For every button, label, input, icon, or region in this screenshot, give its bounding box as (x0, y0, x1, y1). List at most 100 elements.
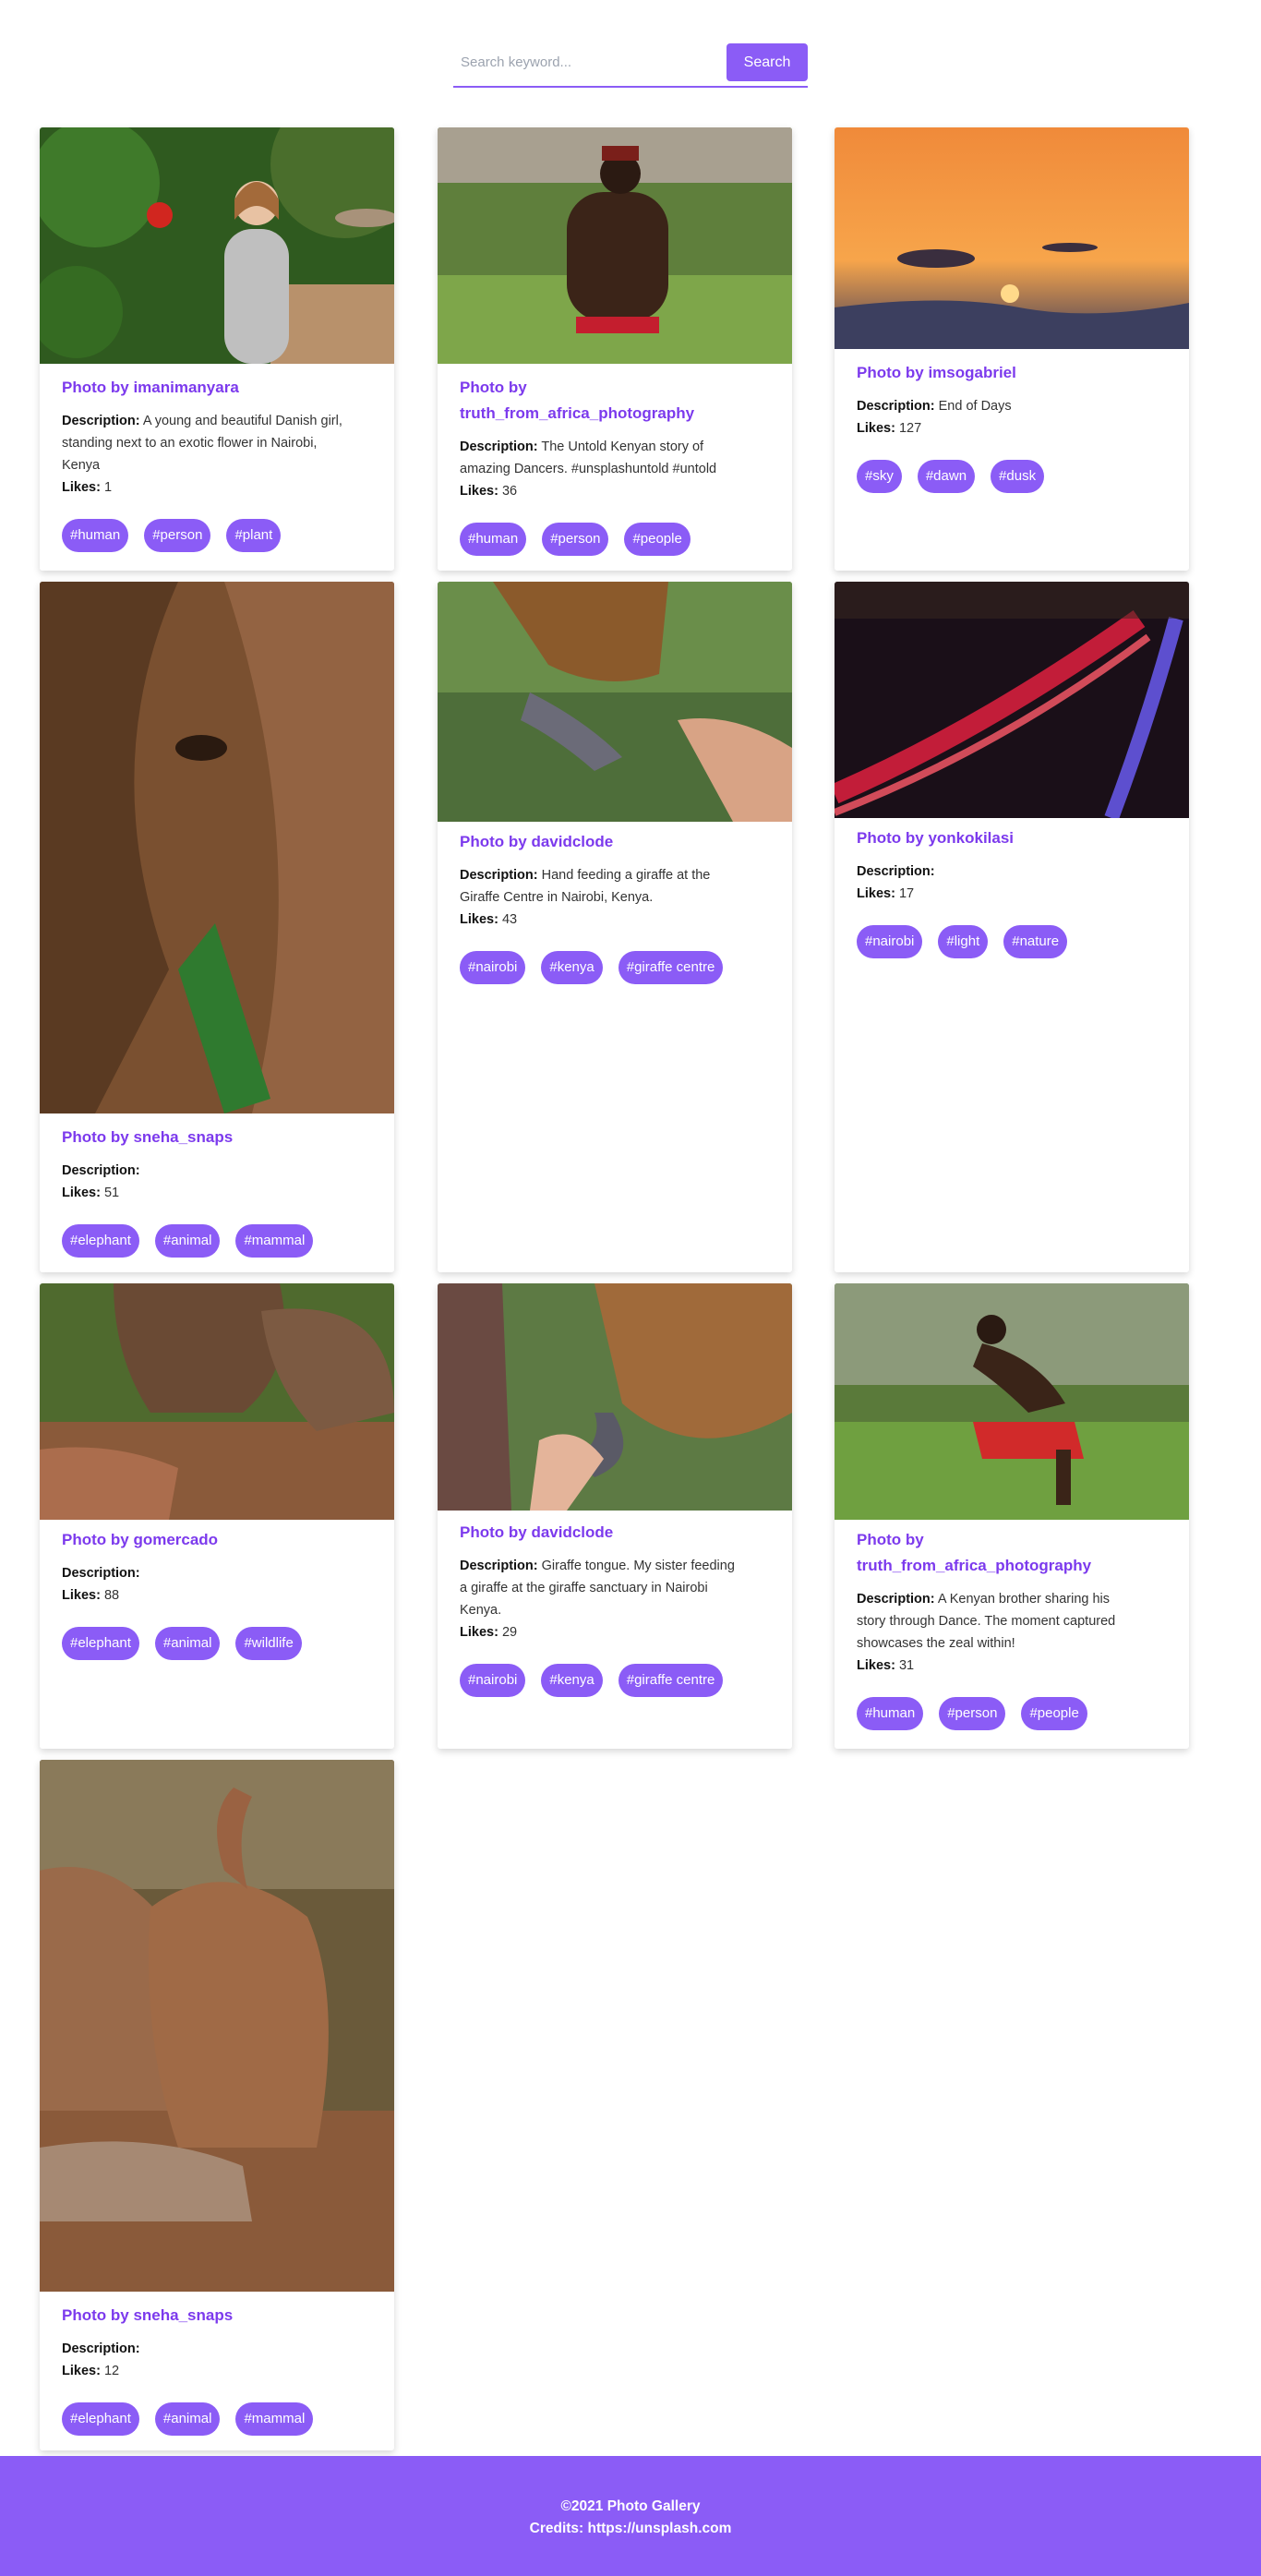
tag-chip[interactable]: #kenya (541, 1664, 603, 1697)
photographer-name-line: Photo by yonkokilasi (857, 829, 1015, 847)
tag-chip[interactable]: #elephant (62, 1224, 139, 1258)
tag-chip[interactable]: #dusk (991, 460, 1045, 493)
likes-label: Likes: (460, 1625, 498, 1640)
photographer-link[interactable]: Photo by imsogabriel (857, 360, 1167, 386)
photo-card: Photo by sneha_snaps Description: Likes: … (40, 1760, 394, 2450)
tag-chip[interactable]: #human (460, 523, 527, 556)
likes-label: Likes: (62, 1186, 101, 1200)
likes-label: Likes: (857, 421, 895, 436)
tag-chip[interactable]: #people (624, 523, 691, 556)
tag-chip[interactable]: #person (939, 1697, 1006, 1730)
likes-count: 88 (103, 1588, 120, 1603)
tag-chip[interactable]: #wildlife (235, 1627, 302, 1660)
search-button[interactable]: Search (727, 43, 808, 81)
card-body: Photo by truth_from_africa_photography Des… (460, 375, 770, 556)
photographer-name-line: Photo by imanimanyara (62, 379, 239, 396)
photo-image (40, 127, 394, 364)
photographer-name-line: Photo by (460, 379, 527, 396)
likes-count: 127 (898, 421, 922, 436)
tag-list: #nairobi #kenya #giraffe centre (460, 1664, 770, 1697)
tag-chip[interactable]: #person (144, 519, 211, 552)
tag-chip[interactable]: #light (938, 925, 989, 958)
photographer-name-line: Photo by gomercado (62, 1531, 219, 1548)
description-text: A Kenyan brother sharing his (937, 1592, 1111, 1607)
description-label: Description: (460, 439, 538, 454)
card-body: Photo by gomercado Description: Likes: 88… (62, 1527, 372, 1660)
tag-chip[interactable]: #sky (857, 460, 902, 493)
description-label: Description: (460, 868, 538, 883)
tag-chip[interactable]: #people (1021, 1697, 1087, 1730)
photo-image (835, 582, 1189, 818)
tag-chip[interactable]: #plant (226, 519, 282, 552)
card-likes: Likes: 88 (62, 1584, 372, 1607)
photographer-link[interactable]: Photo by sneha_snaps (62, 1125, 372, 1150)
footer: ©2021 Photo Gallery Credits: https://uns… (0, 2456, 1261, 2576)
card-likes: Likes: 127 (857, 417, 1167, 439)
tag-chip[interactable]: #nairobi (460, 1664, 526, 1697)
card-body: Photo by davidclode Description: Giraffe … (460, 1520, 770, 1697)
card-description: Description: (62, 1160, 372, 1182)
tag-chip[interactable]: #elephant (62, 2402, 139, 2436)
photo-card: Photo by sneha_snaps Description: Likes: … (40, 582, 394, 1272)
tag-chip[interactable]: #mammal (235, 2402, 314, 2436)
description-text: The Untold Kenyan story of (541, 439, 704, 454)
photo-card: Photo by truth_from_africa_photography Des… (835, 1283, 1189, 1749)
card-likes: Likes: 43 (460, 909, 770, 931)
description-text: Kenya (62, 458, 101, 473)
photo-card: Photo by davidclode Description: Hand fee… (438, 582, 792, 1272)
card-likes: Likes: 1 (62, 476, 372, 499)
tag-chip[interactable]: #dawn (917, 460, 976, 493)
tag-chip[interactable]: #human (62, 519, 129, 552)
likes-label: Likes: (857, 886, 895, 901)
photographer-link[interactable]: Photo by gomercado (62, 1527, 372, 1553)
description-text: Giraffe Centre in Nairobi, Kenya. (460, 890, 654, 905)
card-likes: Likes: 12 (62, 2360, 372, 2382)
tag-chip[interactable]: #human (857, 1697, 924, 1730)
photographer-link[interactable]: Photo by truth_from_africa_photography (857, 1527, 1167, 1579)
description-label: Description: (857, 1592, 935, 1607)
description-text: showcases the zeal within! (857, 1636, 1015, 1651)
photo-card: Photo by yonkokilasi Description: Likes: … (835, 582, 1189, 1272)
tag-chip[interactable]: #animal (154, 1627, 221, 1660)
tag-chip[interactable]: #animal (154, 2402, 221, 2436)
likes-count: 29 (501, 1625, 518, 1640)
tag-chip[interactable]: #nature (1003, 925, 1068, 958)
photographer-link[interactable]: Photo by yonkokilasi (857, 825, 1167, 851)
tag-chip[interactable]: #nairobi (857, 925, 923, 958)
card-body: Photo by sneha_snaps Description: Likes: … (62, 1125, 372, 1258)
photo-card: Photo by gomercado Description: Likes: 88… (40, 1283, 394, 1749)
search-input[interactable] (453, 43, 721, 80)
tag-chip[interactable]: #giraffe centre (618, 1664, 724, 1697)
photographer-link[interactable]: Photo by imanimanyara (62, 375, 372, 401)
card-description: Description: Hand feeding a giraffe at t… (460, 864, 770, 909)
card-description: Description: End of Days (857, 395, 1167, 417)
tag-chip[interactable]: #animal (154, 1224, 221, 1258)
footer-copyright: ©2021 Photo Gallery (560, 2498, 701, 2514)
photographer-link[interactable]: Photo by davidclode (460, 829, 770, 855)
photographer-link[interactable]: Photo by sneha_snaps (62, 2303, 372, 2329)
card-likes: Likes: 31 (857, 1655, 1167, 1677)
tag-chip[interactable]: #mammal (235, 1224, 314, 1258)
description-label: Description: (62, 414, 140, 428)
card-body: Photo by davidclode Description: Hand fee… (460, 829, 770, 984)
tag-chip[interactable]: #nairobi (460, 951, 526, 984)
card-description: Description: (857, 861, 1167, 883)
photo-card: Photo by imanimanyara Description: A youn… (40, 127, 394, 571)
tag-chip[interactable]: #person (542, 523, 609, 556)
photographer-link[interactable]: Photo by truth_from_africa_photography (460, 375, 770, 427)
tag-chip[interactable]: #elephant (62, 1627, 139, 1660)
photo-image (835, 127, 1189, 349)
card-likes: Likes: 29 (460, 1621, 770, 1643)
photographer-name-line: Photo by davidclode (460, 833, 614, 850)
photo-image (438, 1283, 792, 1511)
likes-label: Likes: (460, 912, 498, 927)
description-label: Description: (62, 1163, 140, 1178)
photographer-name-line: Photo by davidclode (460, 1523, 614, 1541)
tag-chip[interactable]: #kenya (541, 951, 603, 984)
tag-chip[interactable]: #giraffe centre (618, 951, 724, 984)
photo-card: Photo by davidclode Description: Giraffe … (438, 1283, 792, 1749)
card-description: Description: A Kenyan brother sharing hi… (857, 1588, 1167, 1655)
photographer-link[interactable]: Photo by davidclode (460, 1520, 770, 1546)
description-label: Description: (62, 1566, 140, 1581)
description-label: Description: (460, 1559, 538, 1573)
